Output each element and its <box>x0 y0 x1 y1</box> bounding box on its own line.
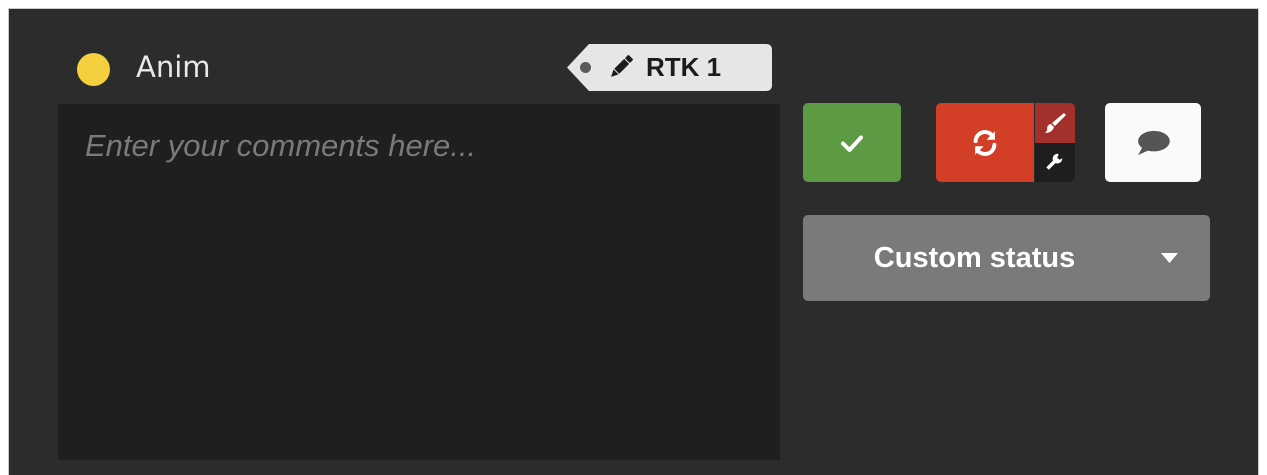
wrench-icon <box>1046 153 1063 170</box>
revision-tag[interactable]: RTK 1 <box>559 41 774 94</box>
refresh-icon <box>973 130 997 156</box>
caret-down-icon <box>1161 253 1178 263</box>
paint-button[interactable] <box>1035 103 1075 143</box>
comment-button[interactable] <box>1105 103 1201 182</box>
speech-bubble-icon <box>1138 130 1170 156</box>
tools-button[interactable] <box>1035 143 1075 182</box>
revision-dot <box>580 62 591 73</box>
comment-panel: Anim RTK 1 Enter your comments here... C… <box>8 8 1259 475</box>
check-icon <box>841 135 863 152</box>
retake-button[interactable] <box>936 103 1034 182</box>
status-select[interactable]: Custom status <box>803 215 1210 301</box>
status-select-value: Custom status <box>873 242 1076 274</box>
pencil-icon <box>607 53 635 81</box>
task-status-dot <box>77 53 110 86</box>
comment-input[interactable] <box>58 104 780 460</box>
task-name: Anim <box>136 50 211 84</box>
validate-button[interactable] <box>803 103 901 182</box>
revision-label: RTK 1 <box>646 52 722 82</box>
brush-icon <box>1045 113 1066 133</box>
